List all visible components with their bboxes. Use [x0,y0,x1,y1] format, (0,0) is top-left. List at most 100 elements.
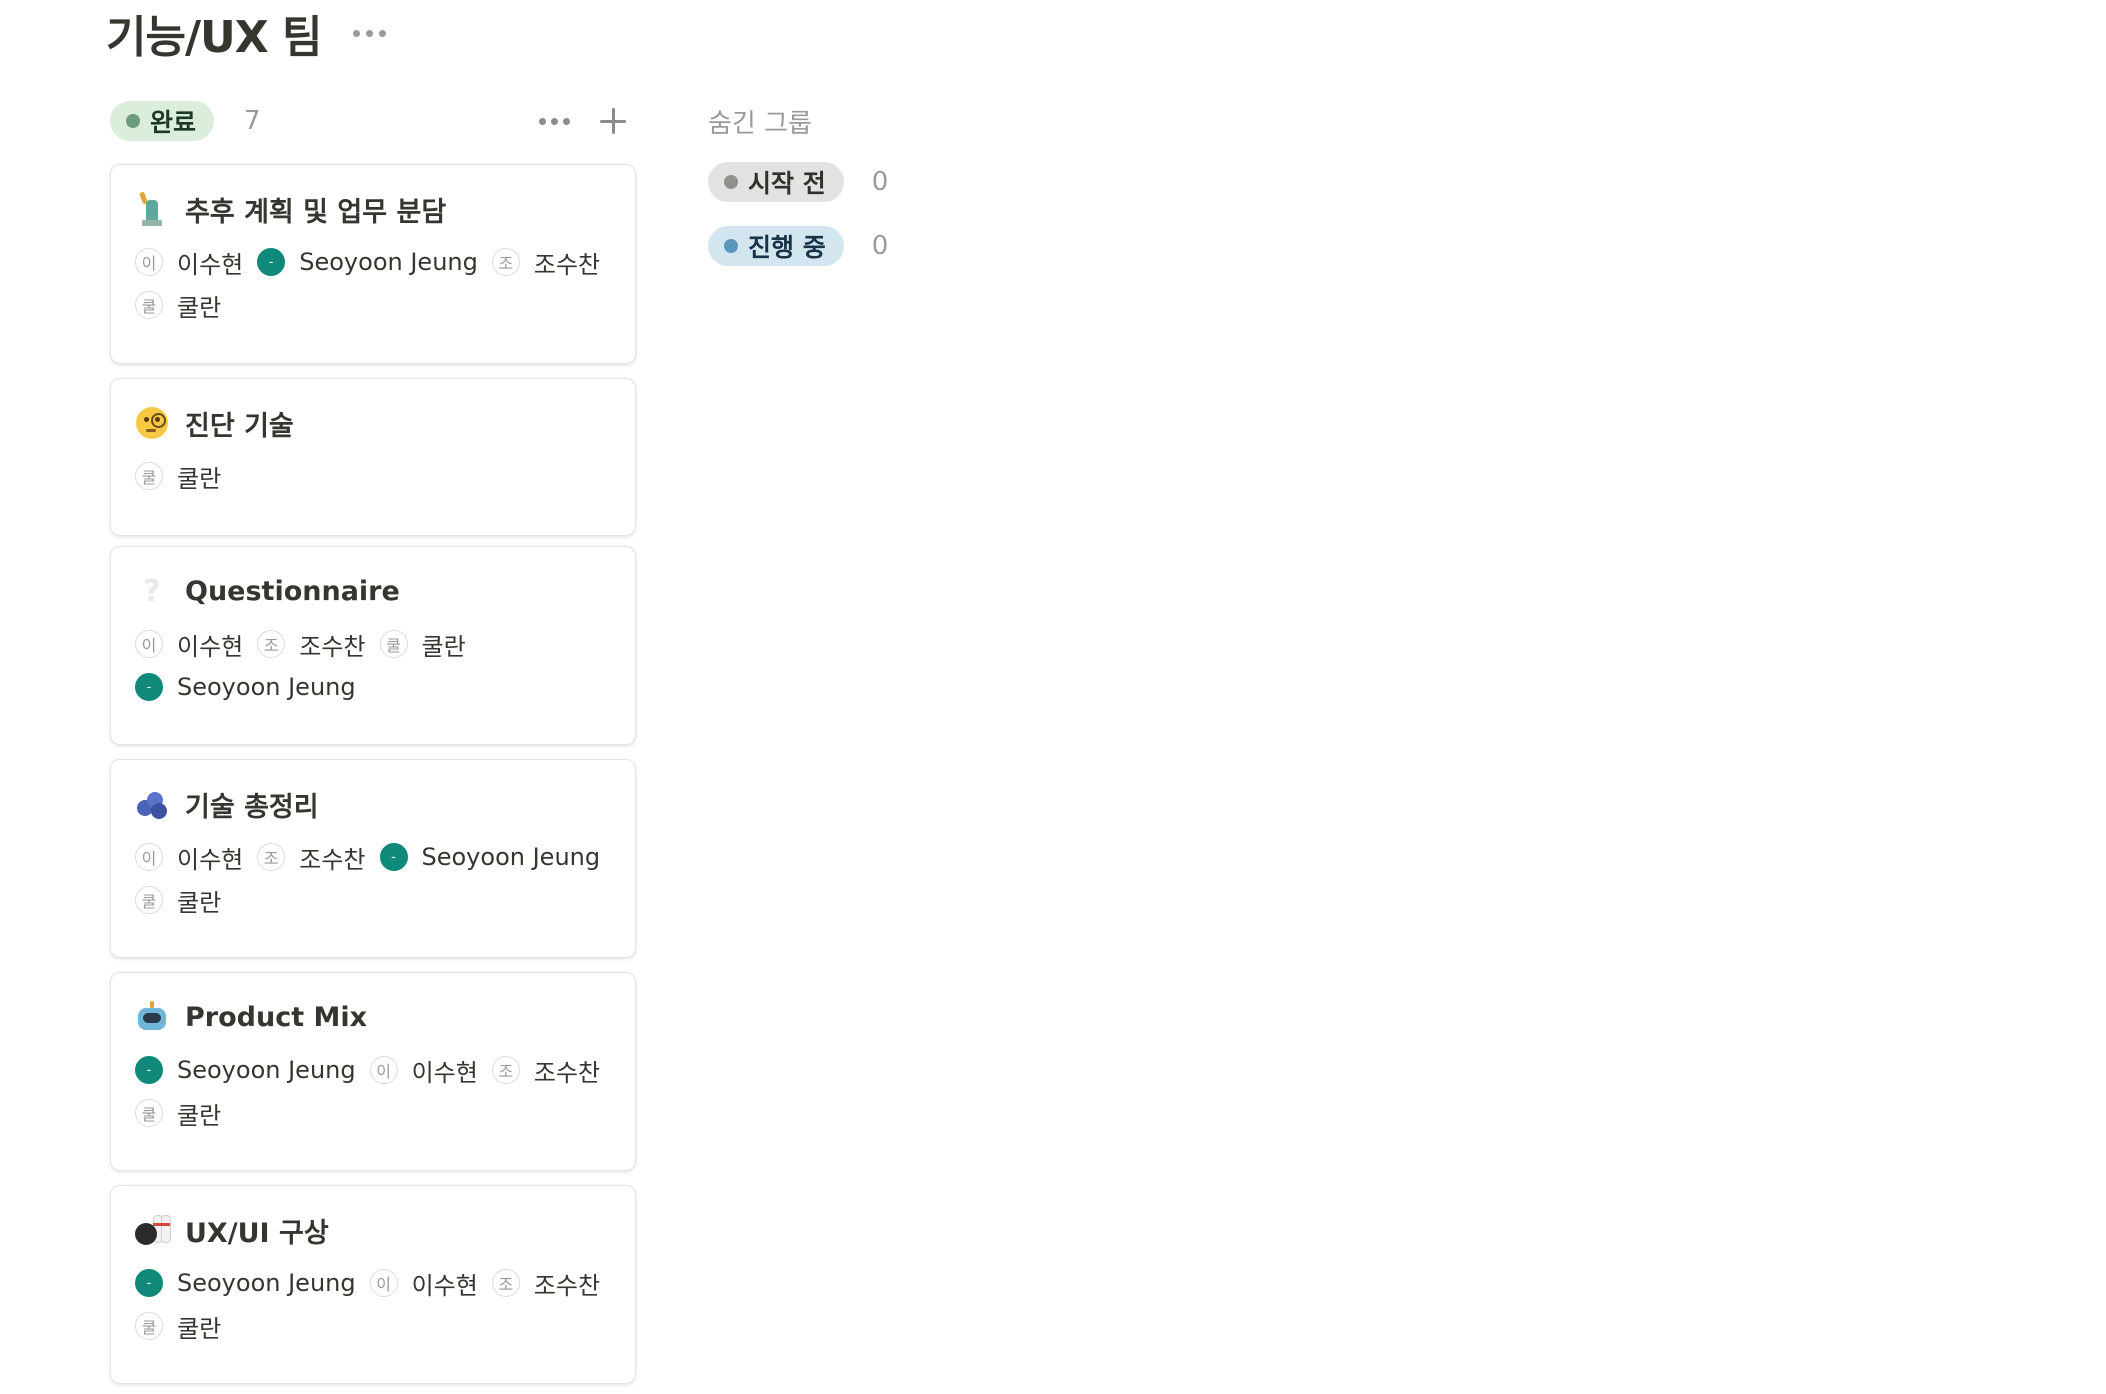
avatar: 조 [257,843,286,871]
assignee: 조 조수찬 [491,247,600,279]
card-title: 진단 기술 [185,410,294,442]
card-title: 추후 계획 및 업무 분담 [185,196,447,228]
assignee-name: Seoyoon Jeung [421,843,601,871]
board-card[interactable]: Product Mix - Seoyoon Jeung 이 이수현 조 조수찬 쿨 쿨란 [110,972,636,1171]
board-card[interactable]: 기술 총정리 이 이수현 조 조수찬 - Seoyoon Jeung 쿨 쿨란 [110,759,636,958]
assignee: 쿨 쿨란 [135,290,222,322]
avatar: - [135,1269,163,1297]
card-title: UX/UI 구상 [185,1217,329,1249]
assignee: 이 이수현 [369,1055,478,1087]
column-more-icon[interactable] [533,112,576,131]
status-label: 진행 중 [748,233,826,262]
face-with-monocle-icon [135,406,169,440]
avatar: - [257,248,286,276]
assignee-name: 조수찬 [533,1271,601,1300]
bowling-icon [135,1213,171,1247]
card-assignees: - Seoyoon Jeung 이 이수현 조 조수찬쿨 쿨란 [135,1268,615,1343]
assignee: 이 이수현 [369,1268,478,1300]
more-dot [379,29,387,37]
card-title: Questionnaire [185,575,400,607]
page-header: 기능/UX 팀 [106,2,392,64]
hidden-group-in-progress[interactable]: 진행 중 0 [708,226,888,266]
assignee: 이 이수현 [135,842,244,874]
hidden-group-not-started[interactable]: 시작 전 0 [708,162,888,202]
avatar: 이 [369,1056,398,1084]
assignee-name: Seoyoon Jeung [177,1056,356,1084]
hidden-groups: 숨긴 그룹 시작 전 0 진행 중 0 [708,96,968,266]
assignee-name: 쿨란 [177,293,222,322]
avatar: 이 [135,248,163,276]
more-dot [353,29,361,37]
assignee-name: 쿨란 [177,888,222,917]
column-actions [533,96,628,146]
board-card[interactable]: ? Questionnaire 이 이수현 조 조수찬 쿨 쿨란 - Seoyoon Jeung [110,546,636,745]
blueberries-icon [135,787,169,821]
avatar: 조 [491,1056,520,1084]
card-title-row: 추후 계획 및 업무 분담 [135,189,446,229]
avatar: 쿨 [379,630,408,658]
statue-of-liberty-icon [135,191,169,226]
group-count: 0 [871,231,889,261]
page-title: 기능/UX 팀 [106,12,322,63]
robot-icon [135,1000,169,1034]
status-dot [724,239,738,253]
assignee-name: 이수현 [177,250,244,279]
avatar: 쿨 [135,462,163,490]
assignee-name: Seoyoon Jeung [177,1269,356,1297]
status-dot [126,114,140,128]
column-header: 완료 7 [110,96,636,146]
assignee: 조 조수찬 [257,842,366,874]
avatar: 조 [257,630,286,658]
assignee-name: 조수찬 [533,1058,601,1087]
avatar: 이 [135,843,163,871]
assignee: - Seoyoon Jeung [379,842,601,872]
status-pill-done[interactable]: 완료 [110,101,215,141]
more-dot [539,117,546,125]
assignee-name: 이수현 [177,632,244,661]
status-pill-not-started[interactable]: 시작 전 [708,162,844,202]
assignee-name: 이수현 [411,1058,478,1087]
avatar: - [379,843,408,871]
column-count: 7 [244,106,261,136]
avatar: 쿨 [135,886,163,914]
board-page: 기능/UX 팀 완료 7 추후 계획 및 업무 분담이이수현-Seoyo [0,0,2106,1394]
add-card-plus-icon[interactable] [598,106,628,136]
assignee: 쿨 쿨란 [135,1311,221,1343]
card-assignees: - Seoyoon Jeung 이 이수현 조 조수찬쿨 쿨란 [135,1055,615,1130]
assignee-name: 쿨란 [421,632,466,661]
assignee-name: 이수현 [411,1271,478,1300]
more-options-icon[interactable] [347,24,392,43]
avatar: 조 [491,248,520,276]
status-label: 시작 전 [748,169,826,198]
status-label: 완료 [150,108,197,137]
assignee-name: 이수현 [177,845,244,874]
more-dot [563,117,570,125]
more-dot [366,29,374,37]
hidden-groups-label: 숨긴 그룹 [708,108,812,139]
assignee: 조 조수찬 [491,1268,601,1300]
avatar: - [135,1056,163,1084]
card-assignees: 이 이수현 - Seoyoon Jeung 조 조수찬 쿨 쿨란 [135,247,615,322]
assignee: 쿨 쿨란 [135,1098,222,1130]
avatar: - [135,673,163,701]
card-title-row: 진단 기술 [135,403,294,443]
assignee: 조 조수찬 [491,1055,601,1087]
board-card[interactable]: 진단 기술쿨 쿨란 [110,378,636,536]
card-title-row: Product Mix [135,997,367,1037]
avatar: 쿨 [135,1099,163,1127]
assignee: 이 이수현 [135,629,244,661]
assignee: 이 이수현 [135,247,244,279]
board-card[interactable]: 추후 계획 및 업무 분담 이 이수현 - Seoyoon Jeung 조 조수찬 쿨 쿨란 [110,164,636,364]
assignee: 조 조수찬 [257,629,366,661]
card-title: Product Mix [185,1001,368,1033]
assignee-name: 쿨란 [177,464,222,493]
assignee-name: 쿨란 [177,1101,222,1130]
group-count: 0 [871,167,889,197]
board-card[interactable]: UX/UI 구상 - Seoyoon Jeung 이 이수현 조 조수찬 쿨 쿨란 [110,1185,636,1384]
board-column-done: 완료 7 추후 계획 및 업무 분담 이 이수현 - Seoyoon Jeung 조 조수찬… [110,96,636,1384]
avatar: 조 [491,1269,520,1297]
card-assignees: 이 이수현 조 조수찬 쿨 쿨란 - Seoyoon Jeung [135,629,615,702]
card-title-row: ? Questionnaire [135,571,400,611]
status-pill-in-progress[interactable]: 진행 중 [708,226,844,266]
assignee: - Seoyoon Jeung [135,672,356,702]
